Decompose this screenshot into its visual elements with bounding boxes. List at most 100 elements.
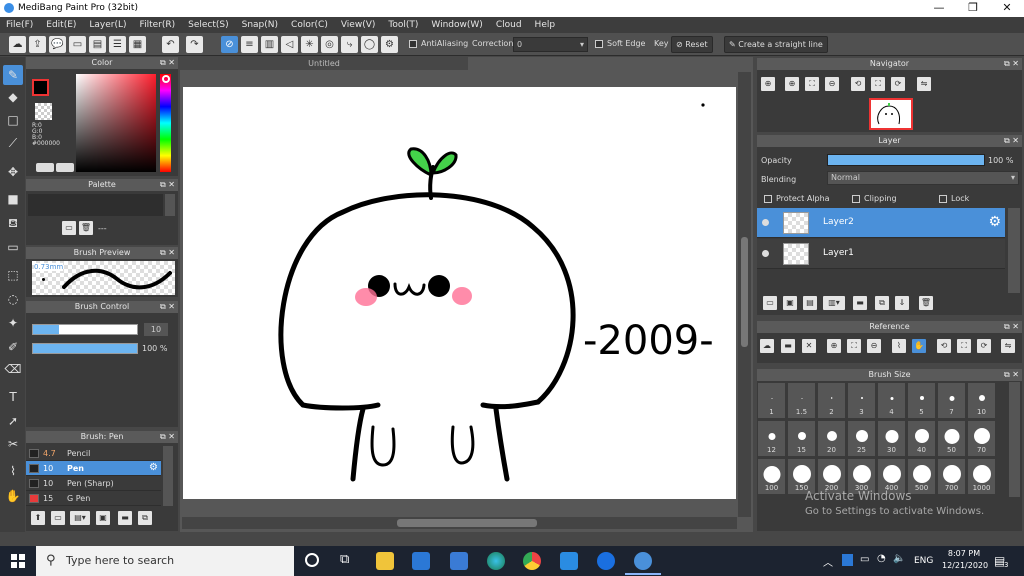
magic-wand-icon[interactable]: ✦ <box>3 313 23 333</box>
layer-row-layer1[interactable]: Layer1 <box>757 239 1005 269</box>
tray-app-icon[interactable] <box>842 554 853 566</box>
zalo-icon[interactable] <box>597 552 615 570</box>
new-8bit-layer-icon[interactable]: ▤ <box>803 296 817 310</box>
palette-swatches[interactable] <box>28 194 163 216</box>
brush-size-option[interactable]: 30 <box>877 420 906 457</box>
panel-close-icon[interactable]: ⧉ ✕ <box>1004 369 1019 381</box>
close-button[interactable]: ✕ <box>990 0 1024 17</box>
text-tool-icon[interactable]: T <box>3 387 23 407</box>
brush-size-option[interactable]: 5 <box>907 382 936 419</box>
network-icon[interactable]: ◔ <box>877 553 886 564</box>
brush-size-option[interactable]: 1.5 <box>787 382 816 419</box>
panel-close-icon[interactable]: ⧉ ✕ <box>1004 58 1019 70</box>
bucket-tool-icon[interactable]: ⛾ <box>3 213 23 233</box>
hue-slider[interactable] <box>160 74 171 172</box>
new-file-icon[interactable]: ▭ <box>69 36 86 53</box>
clock[interactable]: 8:07 PM 12/21/2020 <box>942 549 988 570</box>
ellipse-snap-icon[interactable]: ◯ <box>361 36 378 53</box>
grid-icon[interactable]: ▦ <box>129 36 146 53</box>
task-view-icon[interactable]: ⧉ <box>340 552 349 567</box>
hand-icon[interactable]: ✋ <box>912 339 926 353</box>
menu-view[interactable]: View(V) <box>341 20 376 30</box>
grid-snap-icon[interactable]: ▥ <box>261 36 278 53</box>
layer-row-layer2[interactable]: Layer2 ⚙ <box>757 208 1005 238</box>
zoom-in-icon[interactable]: ⊕ <box>827 339 841 353</box>
battery-icon[interactable]: ▭ <box>860 554 869 565</box>
hand-tool-icon[interactable]: ✋ <box>3 486 23 506</box>
vertical-scroll-thumb[interactable] <box>741 237 748 347</box>
lock-checkbox[interactable] <box>939 195 947 203</box>
visibility-eye-icon[interactable] <box>762 219 769 226</box>
parallel-snap-icon[interactable]: ≡ <box>241 36 258 53</box>
flip-icon[interactable]: ⇋ <box>917 77 931 91</box>
cloud-icon[interactable]: ☁ <box>9 36 26 53</box>
taskbar-search-input[interactable]: ⚲ Type here to search <box>36 546 294 576</box>
brush-opacity-slider[interactable] <box>32 343 138 354</box>
close-reference-icon[interactable]: ✕ <box>802 339 816 353</box>
panel-close-icon[interactable]: ⧉ ✕ <box>160 431 175 443</box>
save-icon[interactable]: ▤ <box>89 36 106 53</box>
menu-layer[interactable]: Layer(L) <box>89 20 126 30</box>
blending-select[interactable]: Normal ▾ <box>827 171 1019 185</box>
zoom-in-icon[interactable]: ⊕ <box>785 77 799 91</box>
navigator-thumbnail[interactable] <box>869 98 913 130</box>
brush-size-option[interactable]: 15 <box>787 420 816 457</box>
canvas-vertical-scrollbar[interactable] <box>738 72 751 517</box>
share-icon[interactable]: ⇪ <box>29 36 46 53</box>
add-brush-icon[interactable]: ⬆ <box>31 511 45 525</box>
select-pen-icon[interactable]: ✐ <box>3 337 23 357</box>
soft-edge-checkbox[interactable] <box>595 40 603 48</box>
curve-snap-icon[interactable]: ⤷ <box>341 36 358 53</box>
brush-menu-icon[interactable]: ▤▾ <box>70 511 90 525</box>
flip-icon[interactable]: ⇋ <box>1001 339 1015 353</box>
select-tool-icon[interactable]: ⬚ <box>3 265 23 285</box>
folder-icon[interactable]: ▬ <box>853 296 867 310</box>
operation-tool-icon[interactable]: ➚ <box>3 411 23 431</box>
straight-line-button[interactable]: ✎ Create a straight line <box>724 36 828 53</box>
gear-icon[interactable]: ⚙ <box>149 462 158 473</box>
brush-size-option[interactable]: 4 <box>877 382 906 419</box>
brush-settings-icon[interactable]: ▣ <box>96 511 110 525</box>
brush-size-option[interactable]: 70 <box>967 420 996 457</box>
lasso-tool-icon[interactable]: ◌ <box>3 289 23 309</box>
delete-layer-icon[interactable]: 🗑 <box>919 296 933 310</box>
menu-select[interactable]: Select(S) <box>188 20 229 30</box>
rotate-left-icon[interactable]: ⟲ <box>851 77 865 91</box>
menu-color[interactable]: Color(C) <box>291 20 328 30</box>
select-eraser-icon[interactable]: ⌫ <box>3 359 23 379</box>
brush-size-option[interactable]: 7 <box>937 382 966 419</box>
undo-icon[interactable]: ↶ <box>162 36 179 53</box>
eyedropper-icon[interactable]: ⌇ <box>892 339 906 353</box>
volume-icon[interactable]: 🔈 <box>893 553 905 564</box>
divide-tool-icon[interactable]: ✂ <box>3 434 23 454</box>
cloud-icon[interactable]: ☁ <box>760 339 774 353</box>
language-indicator[interactable]: ENG <box>914 556 933 566</box>
clipping-checkbox[interactable] <box>852 195 860 203</box>
gear-icon[interactable]: ⚙ <box>988 214 1001 230</box>
menu-filter[interactable]: Filter(R) <box>140 20 176 30</box>
brush-size-option[interactable]: 100 <box>757 458 786 495</box>
brush-size-option[interactable]: 10 <box>967 382 996 419</box>
eyedropper-tool-icon[interactable]: ⌇ <box>3 461 23 481</box>
canvas-horizontal-scrollbar[interactable] <box>182 517 737 529</box>
file-explorer-icon[interactable] <box>376 552 394 570</box>
snap-settings-icon[interactable]: ⚙ <box>381 36 398 53</box>
open-folder-icon[interactable]: ▬ <box>781 339 795 353</box>
brush-size-option[interactable]: 50 <box>937 420 966 457</box>
drawing-canvas[interactable]: -2009- <box>183 87 736 499</box>
perspective-snap-icon[interactable]: ◁ <box>281 36 298 53</box>
windows-start-icon[interactable] <box>11 554 25 568</box>
panel-close-icon[interactable]: ⧉ ✕ <box>160 247 175 259</box>
radial-snap-icon[interactable]: ✳ <box>301 36 318 53</box>
brush-size-slider[interactable] <box>32 324 138 335</box>
zoom-in-icon[interactable]: ⊕ <box>761 77 775 91</box>
mail-icon[interactable] <box>450 552 468 570</box>
chrome-icon[interactable] <box>523 552 541 570</box>
store-icon[interactable] <box>412 552 430 570</box>
visibility-eye-icon[interactable] <box>762 250 769 257</box>
rect-fill-tool-icon[interactable]: ■ <box>3 189 23 209</box>
fit-icon[interactable]: ⛶ <box>805 77 819 91</box>
panel-close-icon[interactable]: ⧉ ✕ <box>160 179 175 191</box>
menu-tool[interactable]: Tool(T) <box>388 20 418 30</box>
move-tool-icon[interactable]: ✥ <box>3 162 23 182</box>
